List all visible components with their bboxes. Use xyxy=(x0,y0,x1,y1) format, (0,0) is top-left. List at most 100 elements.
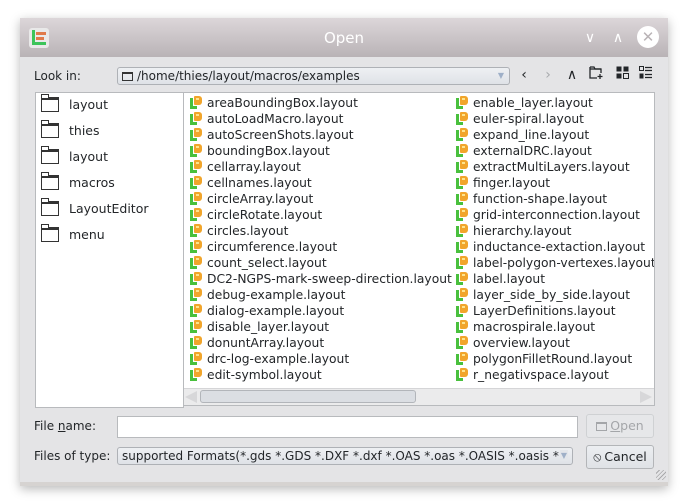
layout-file-icon xyxy=(188,272,202,286)
folder-icon xyxy=(40,94,59,112)
cancel-button[interactable]: ⦸ Cancel xyxy=(586,445,654,469)
layout-file-icon xyxy=(188,128,202,142)
layout-file-icon xyxy=(188,144,202,158)
file-name: finger.layout xyxy=(473,176,551,190)
file-name: dialog-example.layout xyxy=(207,304,345,318)
layout-file-icon xyxy=(188,160,202,174)
file-name: overview.layout xyxy=(473,336,570,350)
open-button[interactable]: Open xyxy=(586,414,654,438)
file-name: edit-symbol.layout xyxy=(207,368,322,382)
file-name-input[interactable] xyxy=(117,416,578,438)
scrollbar-thumb[interactable] xyxy=(200,390,416,403)
new-folder-icon xyxy=(589,66,603,79)
file-name: r_negativspace.layout xyxy=(473,368,609,382)
file-name: donuntArray.layout xyxy=(207,336,325,350)
window-title: Open xyxy=(323,29,365,47)
folder-icon xyxy=(40,172,59,190)
layout-file-icon xyxy=(454,240,468,254)
file-name: expand_line.layout xyxy=(473,128,590,142)
layout-file-icon xyxy=(454,144,468,158)
dropdown-arrow-icon: ▼ xyxy=(560,450,568,461)
file-name: grid-interconnection.layout xyxy=(473,208,640,222)
open-folder-icon xyxy=(596,422,608,431)
layout-file-icon xyxy=(454,208,468,222)
scroll-right-arrow-icon[interactable] xyxy=(640,391,652,403)
resize-grip[interactable] xyxy=(656,470,666,480)
look-in-combobox[interactable]: /home/thies/layout/macros/examples ▼ xyxy=(117,67,510,85)
folder-icon xyxy=(40,146,59,164)
file-type-combobox[interactable]: supported Formats(*.gds *.GDS *.DXF *.dx… xyxy=(117,447,573,465)
file-name: hierarchy.layout xyxy=(473,224,572,238)
folder-icon xyxy=(40,224,59,242)
file-name: circumference.layout xyxy=(207,240,338,254)
file-name: drc-log-example.layout xyxy=(207,352,350,366)
parent-directory-button[interactable]: ∧ xyxy=(563,66,581,84)
icon-view-icon xyxy=(616,66,629,79)
layout-file-icon xyxy=(454,336,468,350)
file-name: enable_layer.layout xyxy=(473,96,593,110)
layout-file-icon xyxy=(188,256,202,270)
sidebar-item-label: macros xyxy=(69,175,115,190)
file-name: disable_layer.layout xyxy=(207,320,330,334)
maximize-button[interactable]: ∧ xyxy=(608,28,628,48)
layout-file-icon xyxy=(454,256,468,270)
dropdown-arrow-icon: ▼ xyxy=(497,71,505,80)
title-bar[interactable]: Open ∨ ∧ ✕ xyxy=(20,18,668,57)
look-in-label: Look in: xyxy=(34,69,81,83)
file-list[interactable]: r_negativspace.layout polygonFilletRound.… xyxy=(183,92,655,406)
layout-file-icon xyxy=(454,304,468,318)
sidebar-item-label: layout xyxy=(69,97,109,112)
file-name: cellnames.layout xyxy=(207,176,312,190)
file-name: boundingBox.layout xyxy=(207,144,330,158)
file-name: LayerDefinitions.layout xyxy=(473,304,616,318)
close-button[interactable]: ✕ xyxy=(637,26,659,48)
look-in-path: /home/thies/layout/macros/examples xyxy=(137,69,360,83)
list-view-button[interactable] xyxy=(613,66,631,84)
file-name: function-shape.layout xyxy=(473,192,608,206)
file-name: macrospirale.layout xyxy=(473,320,596,334)
file-name: debug-example.layout xyxy=(207,288,346,302)
folder-icon xyxy=(40,198,59,216)
file-name: areaBoundingBox.layout xyxy=(207,96,358,110)
file-name: circleRotate.layout xyxy=(207,208,323,222)
horizontal-scrollbar[interactable] xyxy=(184,388,654,405)
folder-icon xyxy=(40,120,59,138)
sidebar-item-label: layout xyxy=(69,149,109,164)
layout-file-icon xyxy=(188,352,202,366)
minimize-button[interactable]: ∨ xyxy=(580,28,600,48)
sidebar-item-label: menu xyxy=(69,227,105,242)
layout-file-icon xyxy=(454,192,468,206)
file-type-label: Files of type: xyxy=(34,449,111,463)
layout-file-icon xyxy=(188,304,202,318)
layout-file-icon xyxy=(188,96,202,110)
layout-file-icon xyxy=(454,288,468,302)
file-name: label.layout xyxy=(473,272,546,286)
layout-file-icon xyxy=(188,288,202,302)
cancel-icon: ⦸ xyxy=(593,449,602,464)
file-name: inductance-extaction.layout xyxy=(473,240,646,254)
sidebar-places: layout thies layout macros LayoutEditor … xyxy=(35,92,184,408)
file-name: label-polygon-vertexes.layout xyxy=(473,256,655,270)
detail-view-button[interactable] xyxy=(636,66,654,84)
file-name: circleArray.layout xyxy=(207,192,314,206)
layout-file-icon xyxy=(454,160,468,174)
file-name: autoScreenShots.layout xyxy=(207,128,354,142)
layout-file-icon xyxy=(454,272,468,286)
layout-file-icon xyxy=(188,336,202,350)
layout-file-icon xyxy=(454,176,468,190)
scroll-left-arrow-icon[interactable] xyxy=(185,391,197,403)
layout-file-icon xyxy=(188,112,202,126)
folder-icon xyxy=(122,72,133,81)
file-name: extractMultiLayers.layout xyxy=(473,160,630,174)
file-name: euler-spiral.layout xyxy=(473,112,584,126)
new-folder-button[interactable] xyxy=(587,66,605,84)
file-type-selected: supported Formats(*.gds *.GDS *.DXF *.dx… xyxy=(122,449,559,463)
forward-button[interactable]: › xyxy=(539,66,557,84)
layout-file-icon xyxy=(454,128,468,142)
file-name: autoLoadMacro.layout xyxy=(207,112,344,126)
layout-file-icon xyxy=(188,208,202,222)
layout-file-icon xyxy=(454,368,468,382)
back-button[interactable]: ‹ xyxy=(515,66,533,84)
layout-file-icon xyxy=(454,224,468,238)
layout-file-icon xyxy=(188,320,202,334)
